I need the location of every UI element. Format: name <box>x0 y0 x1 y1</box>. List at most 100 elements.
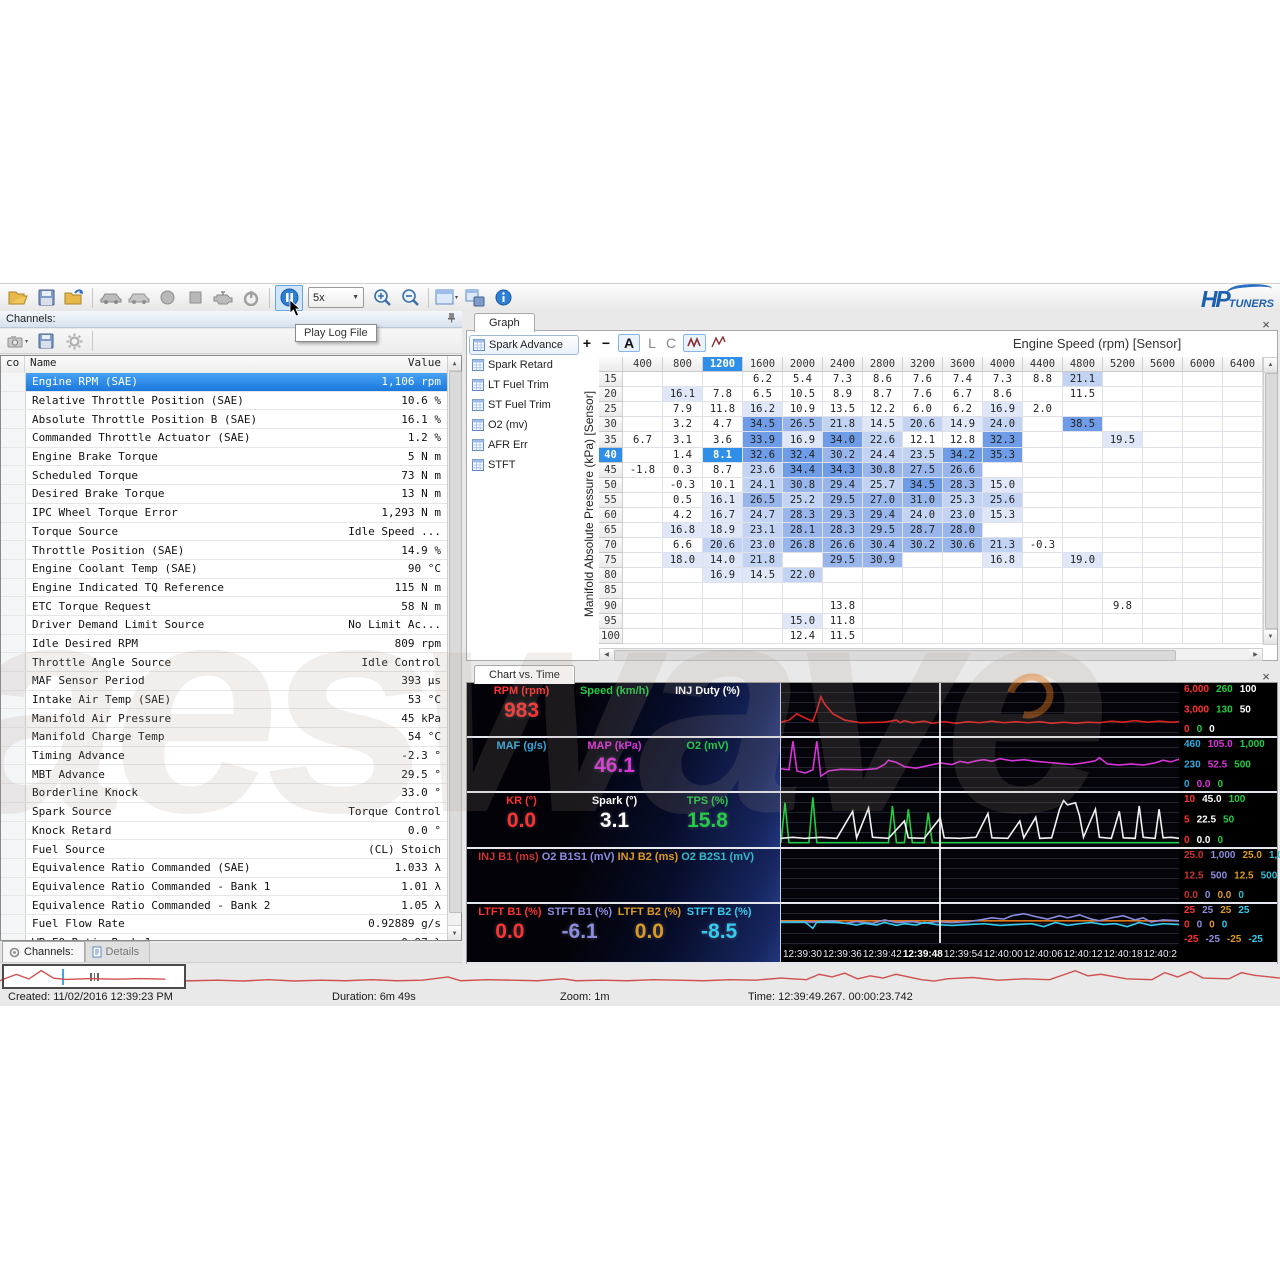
gear-icon[interactable] <box>61 329 87 353</box>
table-cell[interactable] <box>1023 478 1063 493</box>
channel-row[interactable]: Engine Coolant Temp (SAE)90 °C <box>1 560 447 579</box>
table-cell[interactable] <box>1103 553 1143 568</box>
chart-strip[interactable]: MAF (g/s)MAP (kPa)O2 (mV)46.1460105.01,0… <box>467 738 1277 793</box>
channel-row[interactable]: Engine RPM (SAE)1,106 rpm <box>1 373 447 392</box>
table-cell[interactable] <box>1063 568 1103 583</box>
channel-row[interactable]: Engine Brake Torque5 N m <box>1 448 447 467</box>
table-cell[interactable] <box>623 583 663 598</box>
table-cell[interactable]: 3.6 <box>703 432 743 447</box>
table-cell[interactable]: 32.6 <box>743 448 783 463</box>
table-cell[interactable] <box>943 583 983 598</box>
table-cell[interactable]: 30.8 <box>863 463 903 478</box>
zoom-in-icon[interactable] <box>369 286 395 310</box>
column-header[interactable]: 4800 <box>1063 357 1103 372</box>
table-cell[interactable] <box>1143 432 1183 447</box>
table-cell[interactable]: 12.2 <box>863 402 903 417</box>
table-cell[interactable] <box>983 568 1023 583</box>
sidebar-item-st-fuel-trim[interactable]: ST Fuel Trim <box>469 395 579 415</box>
table-cell[interactable]: 14.5 <box>863 417 903 432</box>
table-cell[interactable] <box>1063 523 1103 538</box>
table-cell[interactable]: 34.5 <box>903 478 943 493</box>
table-cell[interactable]: 3.2 <box>663 417 703 432</box>
table-cell[interactable]: 23.0 <box>743 538 783 553</box>
table-cell[interactable] <box>623 493 663 508</box>
row-header[interactable]: 40 <box>599 448 623 463</box>
chart-strip[interactable]: RPM (rpm)Speed (km/h)INJ Duty (%)9836,00… <box>467 683 1277 738</box>
table-cell[interactable] <box>1063 508 1103 523</box>
table-cell[interactable] <box>623 372 663 387</box>
channel-row[interactable]: Knock Retard0.0 ° <box>1 822 447 841</box>
sidebar-item-stft[interactable]: STFT <box>469 455 579 475</box>
table-cell[interactable]: 28.3 <box>783 508 823 523</box>
table-cell[interactable] <box>1183 387 1223 402</box>
table-cell[interactable] <box>743 614 783 629</box>
table-cell[interactable] <box>1143 614 1183 629</box>
column-header-value[interactable]: Value <box>331 356 447 373</box>
table-cell[interactable]: 4.2 <box>663 508 703 523</box>
table-cell[interactable] <box>663 629 703 644</box>
channel-row[interactable]: MBT Advance29.5 ° <box>1 765 447 784</box>
table-cell[interactable] <box>1183 599 1223 614</box>
table-cell[interactable] <box>1183 417 1223 432</box>
channel-row[interactable]: Desired Brake Torque13 N m <box>1 485 447 504</box>
zoom-out-icon[interactable] <box>397 286 423 310</box>
table-cell[interactable] <box>623 599 663 614</box>
row-header[interactable]: 100 <box>599 629 623 644</box>
table-cell[interactable]: 31.0 <box>903 493 943 508</box>
table-cell[interactable]: 26.5 <box>783 417 823 432</box>
table-cell[interactable] <box>1143 493 1183 508</box>
channel-row[interactable]: WB EQ Ratio Bank 10.97 λ <box>1 934 447 940</box>
column-header[interactable]: 6000 <box>1183 357 1223 372</box>
table-cell[interactable] <box>1143 568 1183 583</box>
table-cell[interactable]: 13.8 <box>823 599 863 614</box>
table-cell[interactable]: 29.4 <box>823 478 863 493</box>
table-cell[interactable] <box>903 583 943 598</box>
multi-line-chart-icon[interactable] <box>711 335 726 351</box>
row-header[interactable]: 55 <box>599 493 623 508</box>
table-cell[interactable] <box>703 372 743 387</box>
table-cell[interactable] <box>943 614 983 629</box>
table-cell[interactable] <box>983 583 1023 598</box>
table-cell[interactable] <box>1223 417 1263 432</box>
table-cell[interactable]: 34.3 <box>823 463 863 478</box>
table-cell[interactable]: 34.0 <box>823 432 863 447</box>
table-cell[interactable] <box>943 568 983 583</box>
channel-row[interactable]: Borderline Knock33.0 ° <box>1 784 447 803</box>
stop-icon[interactable] <box>182 286 208 310</box>
channel-row[interactable]: ETC Torque Request58 N m <box>1 597 447 616</box>
table-cell[interactable]: 38.5 <box>1063 417 1103 432</box>
table-cell[interactable]: 16.9 <box>983 402 1023 417</box>
table-cell[interactable] <box>903 629 943 644</box>
column-header[interactable]: 5600 <box>1143 357 1183 372</box>
table-cell[interactable] <box>1143 599 1183 614</box>
table-cell[interactable] <box>1223 523 1263 538</box>
graph-table-hscrollbar[interactable]: ◀ ▶ <box>599 648 1263 661</box>
table-cell[interactable]: 23.0 <box>943 508 983 523</box>
strip-plot[interactable] <box>781 738 1179 791</box>
table-cell[interactable]: 15.3 <box>983 508 1023 523</box>
table-cell[interactable]: 20.6 <box>903 417 943 432</box>
table-cell[interactable]: 2.0 <box>1023 402 1063 417</box>
table-cell[interactable]: 20.6 <box>703 538 743 553</box>
channel-row[interactable]: Commanded Throttle Actuator (SAE)1.2 % <box>1 429 447 448</box>
table-cell[interactable] <box>1103 493 1143 508</box>
table-cell[interactable]: 23.6 <box>743 463 783 478</box>
channel-row[interactable]: Timing Advance-2.3 ° <box>1 747 447 766</box>
table-cell[interactable] <box>663 599 703 614</box>
row-header[interactable]: 95 <box>599 614 623 629</box>
table-cell[interactable]: 21.3 <box>983 538 1023 553</box>
channel-config-icon[interactable] <box>5 329 31 353</box>
table-cell[interactable] <box>1143 538 1183 553</box>
table-cell[interactable] <box>1143 478 1183 493</box>
overview-zoom-window[interactable] <box>2 964 186 989</box>
table-cell[interactable]: 25.7 <box>863 478 903 493</box>
table-cell[interactable] <box>1103 508 1143 523</box>
channel-row[interactable]: Throttle Angle SourceIdle Control <box>1 653 447 672</box>
table-cell[interactable] <box>623 614 663 629</box>
table-cell[interactable]: 9.8 <box>1103 599 1143 614</box>
column-header[interactable]: 3200 <box>903 357 943 372</box>
table-cell[interactable] <box>823 568 863 583</box>
table-cell[interactable]: 7.4 <box>943 372 983 387</box>
close-icon[interactable]: × <box>1258 668 1274 684</box>
channel-row[interactable]: Fuel Flow Rate0.92889 g/s <box>1 915 447 934</box>
